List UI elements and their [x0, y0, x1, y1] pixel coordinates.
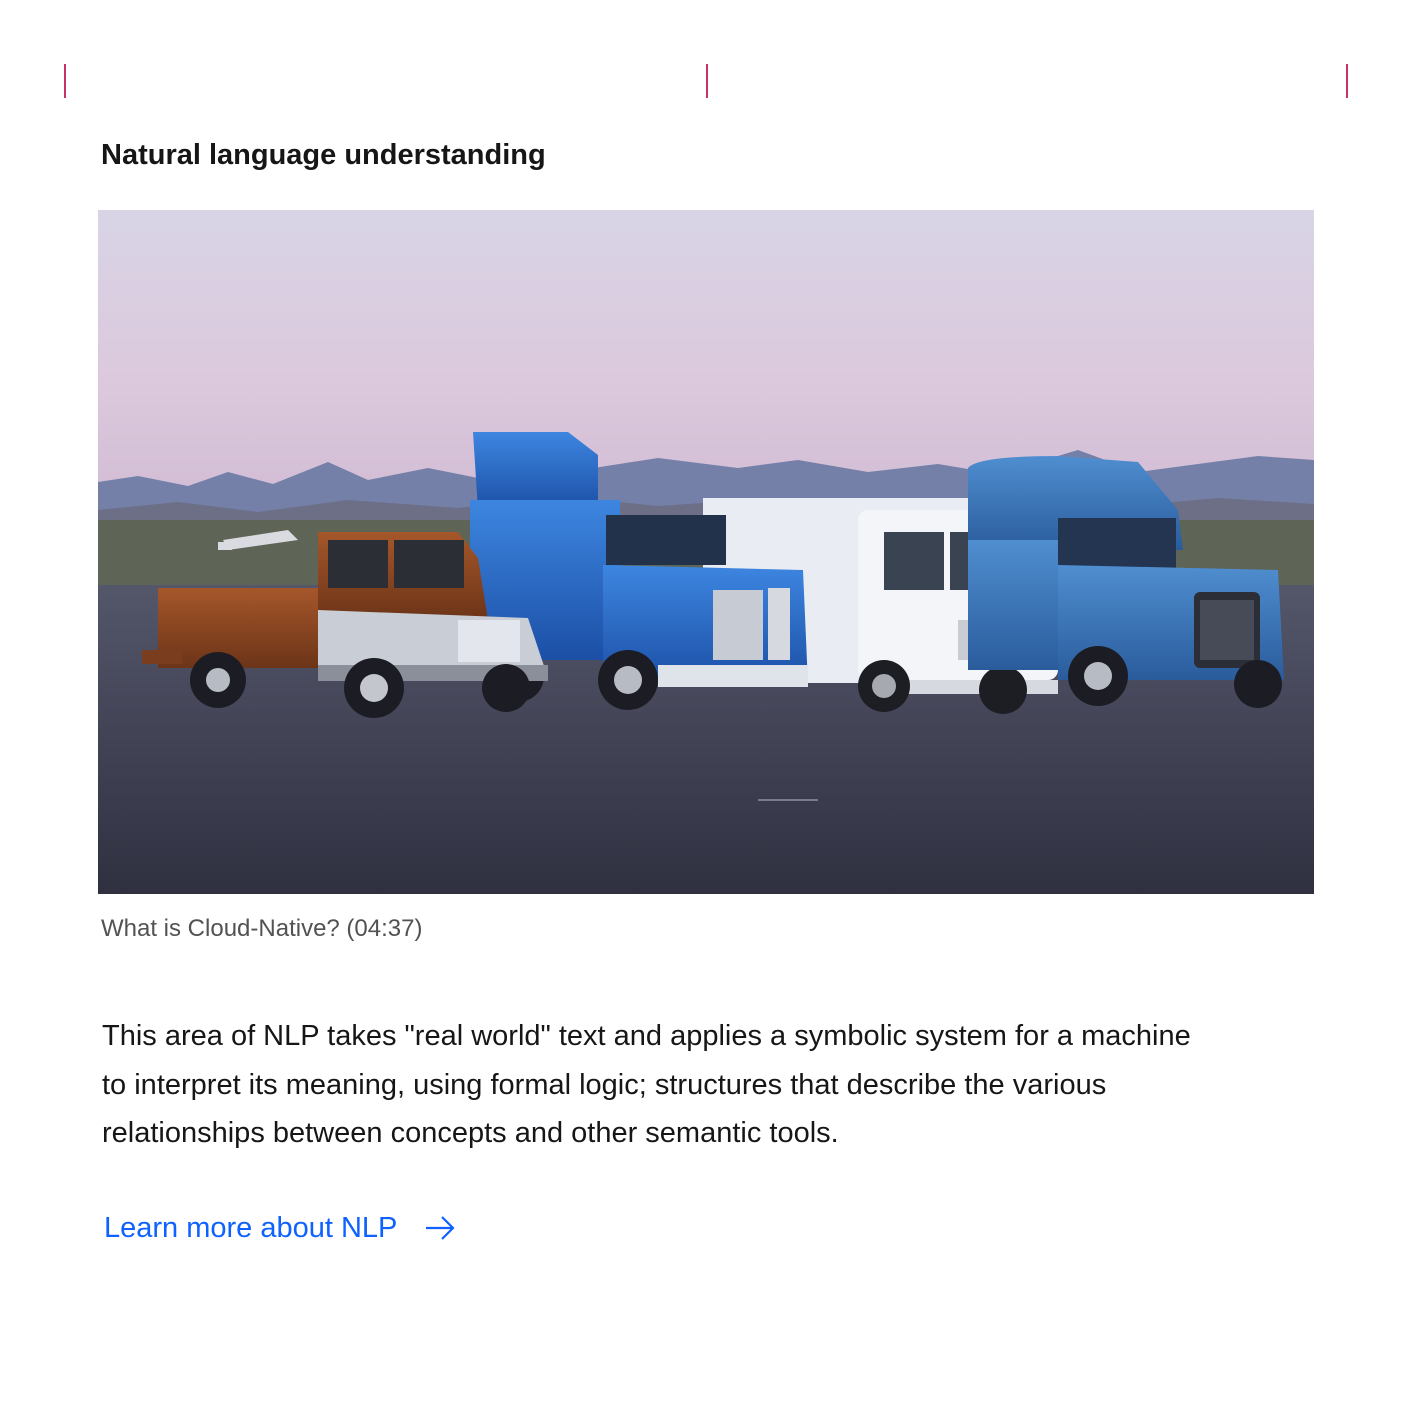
grid-marker-center [706, 64, 708, 98]
body-paragraph: This area of NLP takes "real world" text… [102, 1020, 1191, 1149]
grid-marker-left [64, 64, 66, 98]
video-caption: What is Cloud-Native? (04:37) [101, 915, 423, 942]
video-thumbnail[interactable] [98, 210, 1314, 894]
arrow-right-icon [423, 1211, 457, 1245]
grid-marker-right [1346, 64, 1348, 98]
learn-more-label: Learn more about NLP [104, 1212, 398, 1244]
learn-more-link[interactable]: Learn more about NLP [104, 1208, 457, 1248]
trucks-image [98, 210, 1314, 894]
section-title: Natural language understanding [101, 139, 546, 171]
